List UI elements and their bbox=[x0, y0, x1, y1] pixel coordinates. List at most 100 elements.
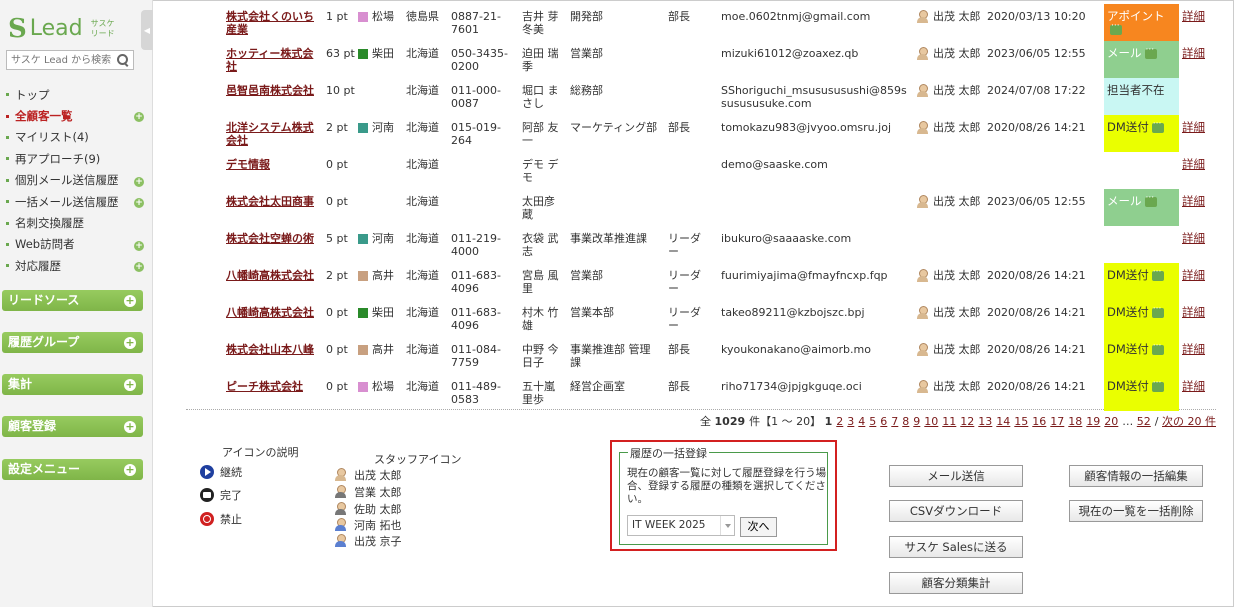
sidebar-item[interactable]: トップ bbox=[6, 84, 148, 105]
search-icon[interactable] bbox=[115, 51, 131, 69]
logo-mark: S bbox=[8, 14, 27, 44]
send-mail-button[interactable]: メール送信 bbox=[889, 465, 1023, 487]
company-link[interactable]: 株式会社くのいち産業 bbox=[226, 10, 318, 36]
sidebar-item[interactable]: 対応履歴 + bbox=[6, 255, 148, 276]
pager-page-link[interactable]: 10 bbox=[924, 415, 938, 428]
history-type-select[interactable]: IT WEEK 2025 bbox=[627, 515, 735, 536]
comment-icon[interactable] bbox=[1151, 340, 1164, 355]
detail-link[interactable]: 詳細 bbox=[1182, 269, 1205, 282]
company-link[interactable]: 邑智邑南株式会社 bbox=[226, 84, 318, 97]
pager-page-link[interactable]: 2 bbox=[836, 415, 843, 428]
pagination: 全 1029 件【1 ～ 20】 1 2 3 4 5 6 7 8 9 10 11 12 13 14 15 16 1… bbox=[700, 415, 1216, 428]
company-link[interactable]: 株式会社太田商事 bbox=[226, 195, 318, 208]
company-link[interactable]: 八幡崎高株式会社 bbox=[226, 306, 318, 319]
comment-icon[interactable] bbox=[1151, 303, 1164, 318]
pager-page-link[interactable]: 15 bbox=[1014, 415, 1028, 428]
pager-page-link[interactable]: 17 bbox=[1050, 415, 1064, 428]
sidebar-item[interactable]: 全顧客一覧 + bbox=[6, 105, 148, 126]
staff-color-swatch bbox=[358, 382, 368, 392]
sidebar-collapse-button[interactable]: ◀ bbox=[141, 10, 153, 50]
detail-link[interactable]: 詳細 bbox=[1182, 47, 1205, 60]
pager-page-link[interactable]: 8 bbox=[902, 415, 909, 428]
bullet-icon bbox=[6, 264, 9, 268]
detail-link[interactable]: 詳細 bbox=[1182, 343, 1205, 356]
bulk-delete-button[interactable]: 現在の一覧を一括削除 bbox=[1069, 500, 1203, 522]
app-logo[interactable]: S Lead サスケ リード bbox=[8, 16, 117, 42]
csv-download-button[interactable]: CSVダウンロード bbox=[889, 500, 1023, 522]
bullet-icon bbox=[6, 200, 9, 204]
detail-link[interactable]: 詳細 bbox=[1182, 121, 1205, 134]
company-link[interactable]: ホッティー株式会社 bbox=[226, 47, 318, 73]
legend-label: 禁止 bbox=[220, 513, 242, 526]
department: 経営企画室 bbox=[570, 380, 625, 393]
department: マーケティング部 bbox=[570, 121, 658, 134]
pager-page-link[interactable]: 14 bbox=[996, 415, 1010, 428]
company-link[interactable]: デモ情報 bbox=[226, 158, 318, 171]
sidebar-section-button[interactable]: リードソース + bbox=[2, 290, 143, 311]
phone-number: 050-3435-0200 bbox=[451, 47, 508, 73]
comment-icon[interactable] bbox=[1151, 118, 1164, 133]
comment-icon[interactable] bbox=[1144, 44, 1157, 59]
pager-page-link[interactable]: 7 bbox=[891, 415, 898, 428]
person-icon bbox=[916, 195, 928, 209]
pager-current: 1 bbox=[824, 415, 833, 428]
send-to-sales-button[interactable]: サスケ Salesに送る bbox=[889, 536, 1023, 558]
company-link[interactable]: 株式会社空蝉の術 bbox=[226, 232, 318, 245]
comment-icon[interactable] bbox=[1151, 266, 1164, 281]
search-input[interactable] bbox=[7, 51, 115, 69]
sidebar-item[interactable]: 再アプローチ(9) bbox=[6, 148, 148, 169]
pager-next[interactable]: 次の 20 件 bbox=[1162, 415, 1216, 428]
pager-last[interactable]: 52 bbox=[1137, 415, 1151, 428]
comment-icon[interactable] bbox=[1151, 377, 1164, 392]
company-link[interactable]: 八幡崎高株式会社 bbox=[226, 269, 318, 282]
sidebar-item[interactable]: マイリスト(4) bbox=[6, 127, 148, 148]
pager-page-link[interactable]: 16 bbox=[1032, 415, 1046, 428]
detail-link[interactable]: 詳細 bbox=[1182, 10, 1205, 23]
company-link[interactable]: 北洋システム株式会社 bbox=[226, 121, 318, 147]
sidebar-section-button[interactable]: 集計 + bbox=[2, 374, 143, 395]
sidebar-section-button[interactable]: 設定メニュー + bbox=[2, 459, 143, 480]
sidebar-item[interactable]: 一括メール送信履歴 + bbox=[6, 191, 148, 212]
plus-icon[interactable]: + bbox=[134, 240, 144, 251]
company-link[interactable]: ピーチ株式会社 bbox=[226, 380, 318, 393]
sidebar-item[interactable]: 個別メール送信履歴 + bbox=[6, 170, 148, 191]
staff-color-swatch bbox=[358, 345, 368, 355]
bulk-edit-button[interactable]: 顧客情報の一括編集 bbox=[1069, 465, 1203, 487]
plus-icon[interactable]: + bbox=[134, 197, 144, 208]
pager-page-link[interactable]: 19 bbox=[1086, 415, 1100, 428]
contact-name: 村木 竹雄 bbox=[522, 306, 559, 332]
history-staff: 出茂 太郎 bbox=[933, 343, 981, 356]
pager-page-link[interactable]: 13 bbox=[978, 415, 992, 428]
comment-icon[interactable] bbox=[1144, 192, 1157, 207]
plus-icon[interactable]: + bbox=[134, 112, 144, 123]
sidebar-item-label: マイリスト(4) bbox=[15, 130, 89, 145]
detail-link[interactable]: 詳細 bbox=[1182, 195, 1205, 208]
company-link[interactable]: 株式会社山本八峰 bbox=[226, 343, 318, 356]
prefecture: 北海道 bbox=[406, 343, 439, 356]
pager-page-link[interactable]: 18 bbox=[1068, 415, 1082, 428]
detail-link[interactable]: 詳細 bbox=[1182, 306, 1205, 319]
plus-icon[interactable]: + bbox=[134, 262, 144, 273]
detail-link[interactable]: 詳細 bbox=[1182, 232, 1205, 245]
sidebar-section-button[interactable]: 履歴グループ + bbox=[2, 332, 143, 353]
pager-page-link[interactable]: 5 bbox=[869, 415, 876, 428]
pager-page-link[interactable]: 20 bbox=[1104, 415, 1118, 428]
sidebar-section-button[interactable]: 顧客登録 + bbox=[2, 416, 143, 437]
next-button[interactable]: 次へ bbox=[740, 517, 777, 537]
status-label: DM送付 bbox=[1107, 120, 1149, 134]
detail-link[interactable]: 詳細 bbox=[1182, 380, 1205, 393]
pager-page-link[interactable]: 12 bbox=[960, 415, 974, 428]
pager-page-link[interactable]: 4 bbox=[858, 415, 865, 428]
category-summary-button[interactable]: 顧客分類集計 bbox=[889, 572, 1023, 594]
pager-page-link[interactable]: 3 bbox=[847, 415, 854, 428]
comment-icon[interactable] bbox=[1110, 20, 1122, 35]
pager-page-link[interactable]: 9 bbox=[913, 415, 920, 428]
pager-page-link[interactable]: 6 bbox=[880, 415, 887, 428]
plus-icon[interactable]: + bbox=[134, 176, 144, 187]
sidebar-item[interactable]: Web訪問者 + bbox=[6, 234, 148, 255]
detail-link[interactable]: 詳細 bbox=[1182, 158, 1205, 171]
contact-name: 中野 今日子 bbox=[522, 343, 559, 369]
pager-page-link[interactable]: 11 bbox=[942, 415, 956, 428]
sidebar-item[interactable]: 名刺交換履歴 bbox=[6, 212, 148, 233]
email-address: moe.0602tnmj@gmail.com bbox=[721, 10, 871, 23]
